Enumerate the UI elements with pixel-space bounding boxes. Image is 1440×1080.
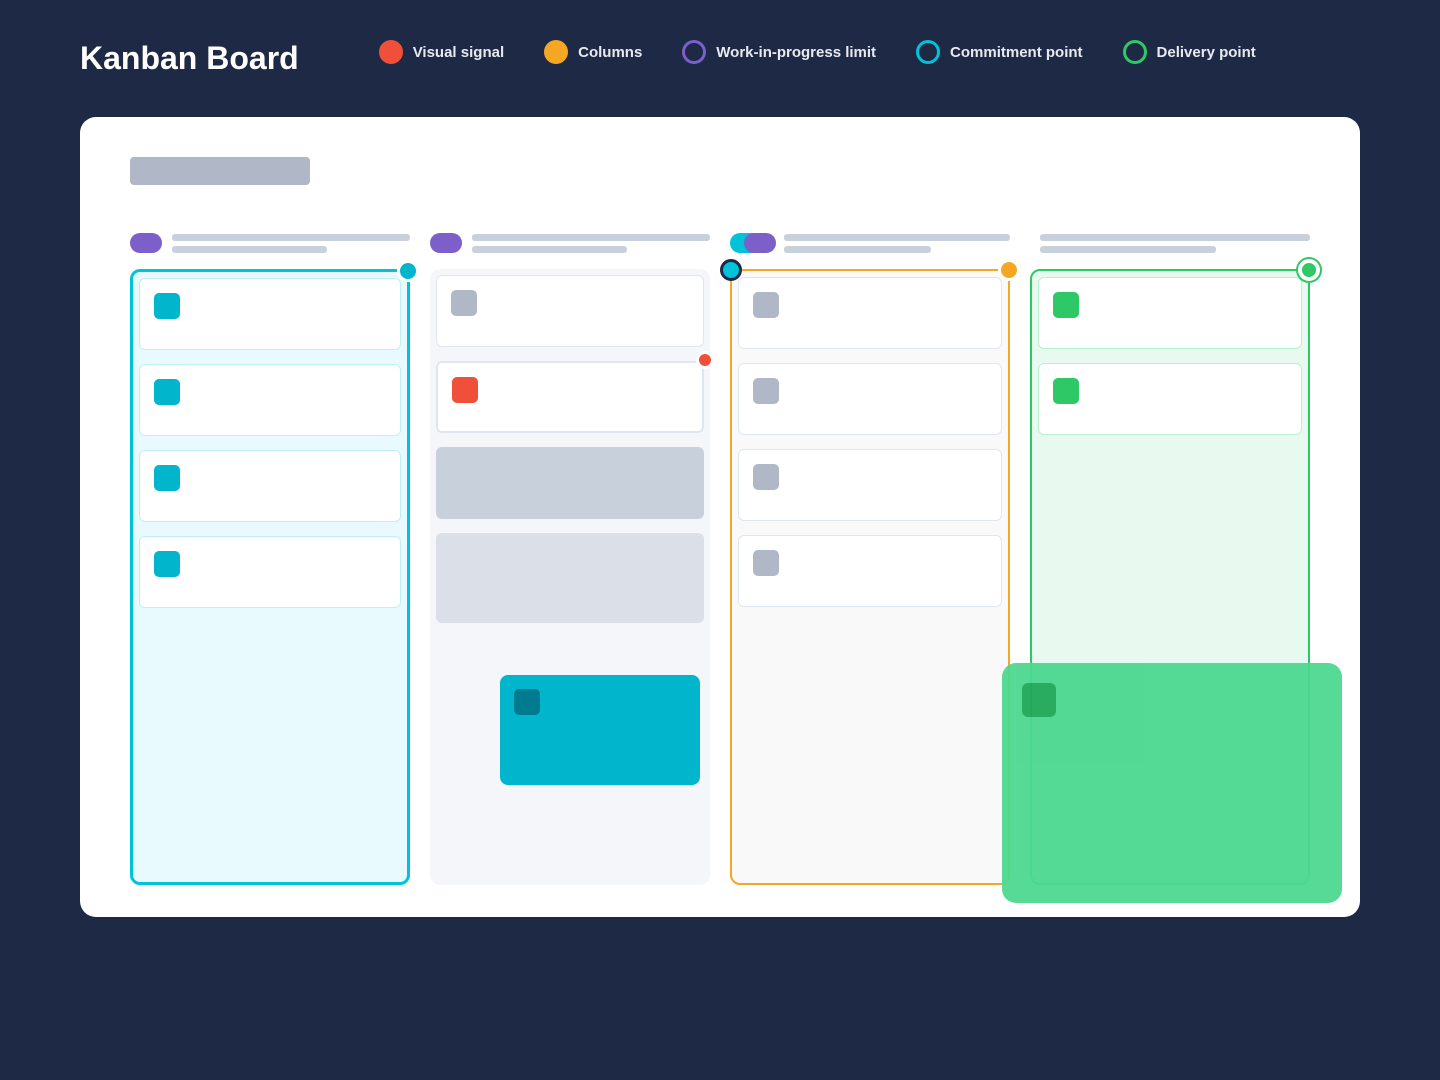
card-2-1-icon — [451, 290, 477, 316]
col3-line-2 — [784, 246, 931, 253]
col4-header — [1030, 225, 1310, 261]
col1-badge — [130, 233, 162, 253]
card-1-1-icon — [154, 293, 180, 319]
card-2-2[interactable] — [436, 361, 704, 433]
card-1-3[interactable] — [139, 450, 401, 522]
col3-line-1 — [784, 234, 1010, 241]
delivery-point-label: Delivery point — [1157, 44, 1256, 61]
card-3-3-icon — [753, 464, 779, 490]
col3-title-lines — [784, 234, 1010, 253]
col3-badge-2 — [744, 233, 776, 253]
delivery-point-icon — [1123, 40, 1147, 64]
card-2-2-icon — [452, 377, 478, 403]
card-3-2-icon — [753, 378, 779, 404]
board-area — [130, 225, 1310, 885]
card-1-4-icon — [154, 551, 180, 577]
board-title-bar — [130, 157, 310, 185]
card-ghost — [436, 447, 704, 519]
card-4-2[interactable] — [1038, 363, 1302, 435]
delivery-overlay — [1002, 663, 1342, 903]
col2-line-1 — [472, 234, 710, 241]
column-1 — [130, 225, 410, 885]
col4-line-2 — [1040, 246, 1216, 253]
col3-header — [730, 225, 1010, 261]
legend-row-1: Visual signal Columns Work-in-progress l… — [379, 40, 876, 64]
legend-item-delivery: Delivery point — [1123, 40, 1256, 64]
columns-label: Columns — [578, 44, 642, 61]
legend-item-visual-signal: Visual signal — [379, 40, 504, 64]
visual-signal-label: Visual signal — [413, 44, 504, 61]
page-title: Kanban Board — [80, 40, 299, 77]
dragged-card-icon — [514, 689, 540, 715]
commitment-dot-col3 — [720, 259, 742, 281]
col2-line-2 — [472, 246, 627, 253]
card-1-2[interactable] — [139, 364, 401, 436]
dragged-card[interactable] — [500, 675, 700, 785]
col4-title-lines — [1040, 234, 1310, 253]
card-2-2-container — [436, 361, 704, 441]
column-3 — [730, 225, 1010, 885]
col4-line-1 — [1040, 234, 1310, 241]
page-header: Kanban Board Visual signal Columns Work-… — [0, 0, 1440, 97]
col1-title-lines — [172, 234, 410, 253]
col1-line-2 — [172, 246, 327, 253]
column-4 — [1030, 225, 1310, 885]
card-3-4-icon — [753, 550, 779, 576]
col2-badge — [430, 233, 462, 253]
card-3-1-icon — [753, 292, 779, 318]
visual-signal-dot — [696, 351, 714, 369]
col4-cards — [1030, 269, 1310, 885]
col2-cards — [430, 269, 710, 885]
card-3-2[interactable] — [738, 363, 1002, 435]
col3-cards — [730, 269, 1010, 885]
legend-item-wip-limit: Work-in-progress limit — [682, 40, 876, 64]
col1-header — [130, 225, 410, 261]
columns-icon — [544, 40, 568, 64]
delivery-overlay-icon — [1022, 683, 1056, 717]
col1-line-1 — [172, 234, 410, 241]
card-4-2-icon — [1053, 378, 1079, 404]
column-2 — [430, 225, 710, 885]
commitment-point-icon — [916, 40, 940, 64]
delivery-dot-col4 — [1298, 259, 1320, 281]
board-card — [80, 117, 1360, 917]
commitment-point-label: Commitment point — [950, 44, 1083, 61]
card-1-2-icon — [154, 379, 180, 405]
card-3-1[interactable] — [738, 277, 1002, 349]
card-1-3-icon — [154, 465, 180, 491]
card-4-1-icon — [1053, 292, 1079, 318]
col1-cards — [130, 269, 410, 885]
legend-item-commitment: Commitment point — [916, 40, 1083, 64]
wip-limit-icon — [682, 40, 706, 64]
wip-dot-col3 — [998, 259, 1020, 281]
visual-signal-icon — [379, 40, 403, 64]
col2-title-lines — [472, 234, 710, 253]
col2-header — [430, 225, 710, 261]
commitment-dot-col1 — [397, 260, 419, 282]
wip-limit-label: Work-in-progress limit — [716, 44, 876, 61]
legend: Visual signal Columns Work-in-progress l… — [379, 40, 1256, 64]
card-2-1[interactable] — [436, 275, 704, 347]
card-4-1[interactable] — [1038, 277, 1302, 349]
legend-row-2: Commitment point Delivery point — [916, 40, 1256, 64]
col3-badges — [730, 231, 774, 255]
card-3-3[interactable] — [738, 449, 1002, 521]
card-1-1[interactable] — [139, 278, 401, 350]
card-ghost-2 — [436, 533, 704, 623]
card-1-4[interactable] — [139, 536, 401, 608]
card-3-4[interactable] — [738, 535, 1002, 607]
legend-item-columns: Columns — [544, 40, 642, 64]
